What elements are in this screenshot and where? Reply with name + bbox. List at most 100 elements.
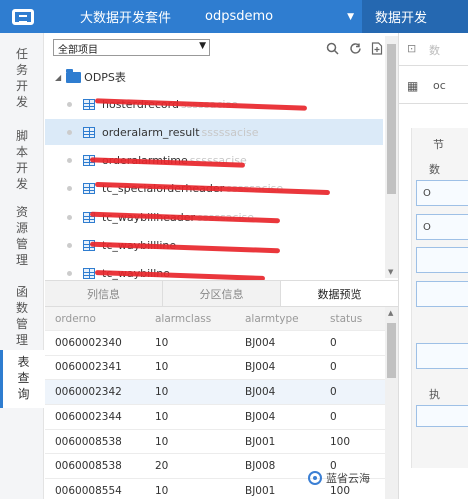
table-cell: 0 [330,410,337,423]
table-cell: 0060002344 [55,410,122,423]
tree-vertical-scrollbar[interactable]: ▼ [385,36,398,278]
table-name-text: orderalarm_result [102,125,200,139]
project-scope-select[interactable]: 全部项目 ▼ [53,39,210,56]
suite-title[interactable]: 大数据开发套件 [80,7,171,26]
left-nav-char: 理 [15,253,28,267]
tab-0[interactable]: 列信息 [45,281,163,306]
table-cell: 0060002342 [55,386,122,399]
left-nav-char: 发 [15,95,28,109]
project-scope-select-value: 全部项目 [58,45,98,56]
tree-table-row[interactable]: tc_waybillline [45,233,383,259]
table-cell: 0060002340 [55,336,122,349]
preview-vertical-scrollbar[interactable]: ▲ [385,307,398,499]
left-nav-char: 数 [15,301,28,315]
left-nav-char: 脚 [15,129,28,143]
table-row[interactable]: 0060008538 10 BJ001 100 [45,430,385,455]
watermark-logo-icon [308,471,322,485]
folder-open-icon [66,68,82,83]
editor-tab-icon[interactable]: ⊡ [407,42,416,55]
chevron-down-icon: ▼ [199,41,206,51]
tab-1[interactable]: 分区信息 [163,281,281,306]
project-name[interactable]: odpsdemo [205,9,273,24]
tree-table-row[interactable]: hosterdrecordsssssacise [45,91,383,117]
table-cell: 0 [330,336,337,349]
tree-root-odps[interactable]: ◢ ODPS表 [55,68,126,85]
left-nav-item-4[interactable]: 表查询 [0,350,44,408]
left-nav-char: 任 [15,47,28,61]
tree-scroll-thumb[interactable] [387,44,396,194]
watermark: 蓝省云海 [308,470,370,486]
tab-2[interactable]: 数据预览 [281,281,398,306]
scroll-up-arrow-icon[interactable]: ▲ [388,309,393,317]
table-cell: BJ004 [245,386,276,399]
table-cell: 0 [330,361,337,374]
tree-bullet-icon [67,101,72,107]
project-dropdown-chevron-icon[interactable]: ▼ [300,0,358,33]
tree-bullet-icon [67,243,72,248]
left-nav-item-2[interactable]: 资源管理 [0,200,44,270]
table-cell: 0 [330,386,337,399]
table-row[interactable]: 0060002340 10 BJ004 0 [45,331,385,356]
run-label: 执 [429,388,440,401]
table-header-row: orderno alarmclass alarmtype status [45,307,385,331]
tree-table-row[interactable]: orderalarmtimesssssacise [45,148,383,174]
detail-tabs: 列信息 分区信息 数据预览 [45,280,398,307]
search-icon[interactable] [324,40,340,56]
table-cell: BJ001 [245,484,276,497]
table-icon [83,126,95,138]
tree-bullet-icon [67,214,72,220]
expand-triangle-icon[interactable]: ◢ [55,73,61,82]
column-header[interactable]: alarmclass [155,313,211,325]
table-cell: 20 [155,460,169,473]
refresh-icon[interactable] [347,40,363,56]
editor-title: oc [433,79,446,92]
node-label: 节 [433,138,444,151]
column-header[interactable]: status [330,313,362,325]
tree-bullet-icon [67,186,72,192]
left-nav-char: 开 [15,161,28,175]
table-row[interactable]: 0060002344 10 BJ004 0 [45,405,385,430]
tree-root-label: ODPS表 [84,71,126,84]
module-tab-data-development[interactable]: 数据开发 [362,0,468,33]
tree-bullet-icon [67,158,72,164]
new-file-icon[interactable] [369,40,385,56]
option-box-2[interactable]: O [416,214,468,240]
option-box-3[interactable] [416,247,468,273]
table-tree-panel: 全部项目 ▼ ◢ ODPS表 hosterdrecordsssssacise or… [45,33,385,281]
left-nav-char: 询 [17,387,30,401]
table-cell: BJ004 [245,361,276,374]
option-box-4[interactable] [416,281,468,307]
left-nav-item-0[interactable]: 任务开发 [0,42,44,112]
left-nav-char: 资 [15,205,28,219]
app-logo-icon[interactable] [0,0,46,33]
table-row[interactable]: 0060002341 10 BJ004 0 [45,356,385,381]
left-nav-item-1[interactable]: 脚本开发 [0,124,44,194]
left-nav-char: 理 [15,333,28,347]
table-cell: 0060002341 [55,361,122,374]
left-nav-char: 本 [15,145,28,159]
option-box-5[interactable] [416,343,468,369]
option-box-1[interactable]: O [416,180,468,206]
table-cell: BJ004 [245,410,276,423]
tree-table-row[interactable]: orderalarm_result sssssacise [45,119,383,146]
left-nav-item-3[interactable]: 函数管理 [0,280,44,350]
column-header[interactable]: alarmtype [245,313,299,325]
scroll-down-arrow-icon[interactable]: ▼ [388,268,393,276]
preview-scroll-thumb[interactable] [387,323,396,378]
tree-table-row[interactable]: tc_waybillheadersssssacise [45,204,383,230]
table-cell: 100 [330,484,351,497]
table-cell: BJ001 [245,435,276,448]
column-header[interactable]: orderno [55,313,96,325]
divider [399,103,468,104]
table-row[interactable]: 0060002342 10 BJ004 0 [45,380,385,405]
left-nav-char: 管 [15,317,28,331]
table-cell: 0060008538 [55,435,122,448]
left-nav-char: 表 [17,355,30,369]
option-box-6[interactable] [416,405,468,427]
table-icon [83,183,95,195]
table-icon: ▦ [407,79,419,93]
left-nav-char: 开 [15,79,28,93]
tree-table-row[interactable]: tc_specialorderheadersssssacise [45,176,383,202]
table-cell: 10 [155,361,169,374]
editor-tab-label[interactable]: 数 [429,42,440,58]
